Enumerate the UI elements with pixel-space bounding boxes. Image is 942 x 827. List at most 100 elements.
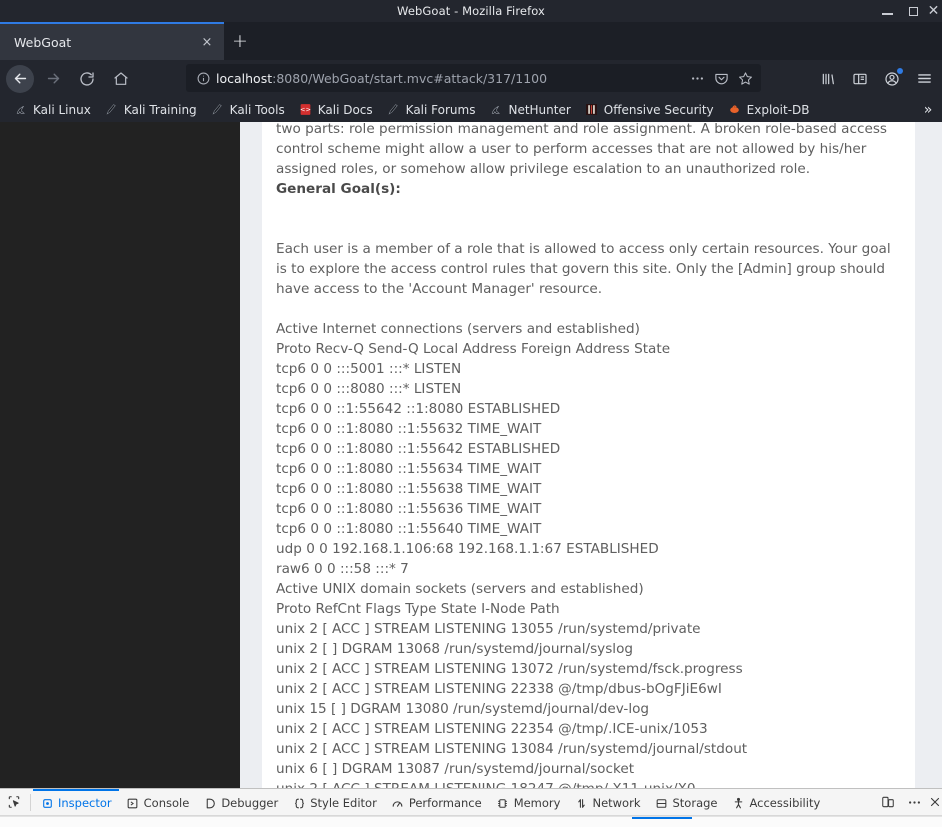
home-button[interactable] [106,65,136,93]
bookmark-label: Exploit-DB [746,102,810,117]
browser-window: WebGoat - Mozilla Firefox ✕ WebGoat × + [0,0,942,827]
url-host: localhost [216,70,273,86]
bookmark-kali-linux[interactable]: Kali Linux [8,101,97,119]
maximize-button[interactable] [900,0,926,22]
exploit-db-icon [728,103,742,117]
bookmarks-bar: Kali Linux Kali Training Kali Tools <> K… [0,97,942,122]
bookmark-label: Kali Forums [405,102,476,117]
memory-icon [496,796,510,810]
devtools-tab-debugger[interactable]: Debugger [196,789,285,815]
devtools-tab-memory[interactable]: Memory [489,789,568,815]
lesson-content: two parts: role permission management an… [262,122,915,788]
page-viewport: two parts: role permission management an… [0,122,942,788]
url-text[interactable]: localhost:8080/WebGoat/start.mvc#attack/… [216,71,685,86]
bookmark-kali-forums[interactable]: Kali Forums [381,101,482,119]
devtools-toolbar: Inspector Console Debugger Style Editor Perf… [0,789,942,816]
kali-pen-icon [387,103,401,117]
netstat-line: tcp6 0 0 ::1:8080 ::1:55632 TIME_WAIT [276,421,542,437]
devtools-tab-label: Performance [408,796,482,810]
devtools-close-icon[interactable] [928,789,942,815]
devtools-subtoolbar [0,816,942,827]
url-path: :8080/WebGoat/start.mvc#attack/317/1100 [272,70,548,86]
devtools-tab-network[interactable]: Network [567,789,647,815]
devtools-tab-label: Storage [672,796,718,810]
close-button[interactable]: ✕ [926,0,942,22]
devtools-tab-performance[interactable]: Performance [384,789,489,815]
devtools-tab-storage[interactable]: Storage [648,789,725,815]
devtools-tab-label: Console [143,796,190,810]
toolbar-right [812,62,940,95]
responsive-mode-icon[interactable] [874,789,901,815]
devtools-tab-accessibility[interactable]: Accessibility [725,789,828,815]
netstat-line: unix 2 [ ACC ] STREAM LISTENING 22354 @/… [276,721,708,737]
window-controls: ✕ [874,0,942,22]
devtools-tab-label: Accessibility [749,796,821,810]
netstat-line: tcp6 0 0 ::1:8080 ::1:55636 TIME_WAIT [276,501,542,517]
bookmark-label: Offensive Security [603,102,714,117]
netstat-line: unix 2 [ ACC ] STREAM LISTENING 18247 @/… [276,779,901,788]
app-menu-icon[interactable] [908,64,940,94]
tab-bar: WebGoat × + [0,22,942,60]
netstat-line: unix 15 [ ] DGRAM 13080 /run/systemd/jou… [276,701,650,717]
devtools-tab-console[interactable]: Console [119,789,197,815]
sidebar-icon[interactable] [844,64,876,94]
style-editor-icon [292,796,306,810]
storage-icon [655,796,669,810]
library-icon[interactable] [812,64,844,94]
devtools-tab-label: Network [592,796,641,810]
devtools-tab-label: Debugger [221,796,279,810]
netstat-line: unix 6 [ ] DGRAM 13087 /run/systemd/jour… [276,761,635,777]
url-bar[interactable]: localhost:8080/WebGoat/start.mvc#attack/… [186,64,761,92]
netstat-line: tcp6 0 0 ::1:55642 ::1:8080 ESTABLISHED [276,401,561,417]
netstat-line: tcp6 0 0 ::1:8080 ::1:55640 TIME_WAIT [276,521,542,537]
bookmarks-overflow-icon[interactable]: » [918,97,938,122]
bookmark-kali-docs[interactable]: <> Kali Docs [293,101,379,119]
element-picker-icon[interactable] [0,789,28,815]
divider [30,793,31,811]
bookmark-label: NetHunter [508,102,571,117]
info-icon[interactable] [194,69,212,87]
devtools-tab-label: Memory [513,796,561,810]
close-icon[interactable]: × [198,33,216,51]
devtools-tab-style-editor[interactable]: Style Editor [285,789,384,815]
devtools-tabs: Inspector Console Debugger Style Editor Perf… [33,789,827,815]
bookmark-label: Kali Training [123,102,197,117]
new-tab-button[interactable]: + [224,22,256,60]
general-goals-heading: General Goal(s): [276,181,401,197]
netstat-line: udp 0 0 192.168.1.106:68 192.168.1.1:67 … [276,541,659,557]
devtools-tab-label: Inspector [58,796,112,810]
forward-button[interactable] [38,65,68,93]
bookmark-nethunter[interactable]: NetHunter [483,101,576,119]
bookmark-label: Kali Tools [229,102,285,117]
netstat-line: unix 2 [ ACC ] STREAM LISTENING 13084 /r… [276,741,748,757]
devtools-options-icon[interactable] [901,789,928,815]
goal-paragraph: Each user is a member of a role that is … [276,241,891,297]
reload-button[interactable] [72,65,102,93]
devtools-subtoolbar-accent [632,817,692,819]
pocket-icon[interactable] [709,66,733,90]
devtools-tab-label: Style Editor [310,796,377,810]
intro-paragraph: two parts: role permission management an… [276,122,887,177]
minimize-button[interactable] [874,0,900,22]
accessibility-icon [732,796,746,810]
bookmark-kali-tools[interactable]: Kali Tools [205,101,291,119]
offensive-security-icon [585,103,599,117]
page-actions-icon[interactable] [685,66,709,90]
bookmark-star-icon[interactable] [733,66,757,90]
bookmark-offensive-security[interactable]: Offensive Security [579,101,720,119]
tab-webgoat[interactable]: WebGoat × [0,22,224,60]
inspector-icon [40,796,54,810]
title-bar: WebGoat - Mozilla Firefox ✕ [0,0,942,22]
account-badge [897,67,903,74]
bookmark-kali-training[interactable]: Kali Training [99,101,203,119]
bookmark-exploit-db[interactable]: Exploit-DB [722,101,816,119]
netstat-line: unix 2 [ ACC ] STREAM LISTENING 22338 @/… [276,681,722,697]
account-icon[interactable] [876,64,908,94]
netstat-line: Proto Recv-Q Send-Q Local Address Foreig… [276,341,671,357]
back-button[interactable] [6,64,34,93]
devtools-tab-inspector[interactable]: Inspector [33,789,119,815]
devtools-toolbar-right [874,789,942,815]
netstat-line: unix 2 [ ACC ] STREAM LISTENING 13072 /r… [276,661,743,677]
kali-pen-icon [211,103,225,117]
